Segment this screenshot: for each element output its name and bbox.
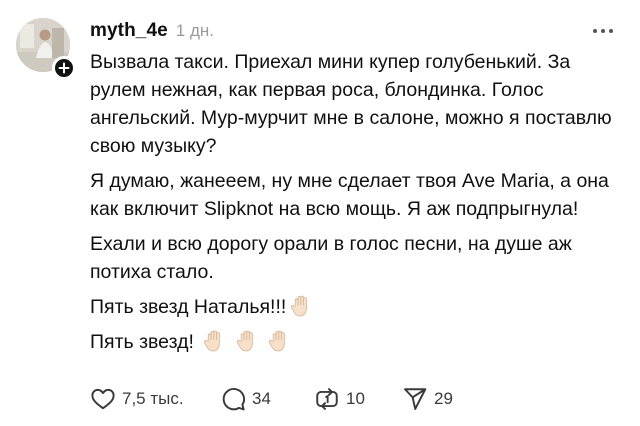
share-count: 29 [434,389,453,408]
post-header: myth_4e 1 дн. [90,18,624,44]
post-paragraph: Вызвала такси. Приехал мини купер голубе… [90,48,620,160]
post-paragraph: Пять звезд! [90,328,620,356]
post-time: 1 дн. [175,21,215,40]
raised-hand-emoji [235,329,259,353]
comment-count: 34 [252,389,271,408]
speech-bubble-icon [222,388,245,411]
username[interactable]: myth_4e [90,20,168,42]
paragraph-text: Я думаю, жанееем, ну мне сделает твоя Av… [90,170,609,220]
post-paragraph: Я думаю, жанееем, ну мне сделает твоя Av… [90,167,620,223]
post-paragraph: Ехали и всю дорогу орали в голос песни, … [90,230,620,286]
repost-arrows-icon [316,388,338,410]
more-dots-icon [593,29,597,33]
raised-hand-emoji [267,329,291,353]
heart-icon [91,388,115,410]
comment-button[interactable]: 34 [220,386,314,412]
paragraph-text: Вызвала такси. Приехал мини купер голубе… [90,51,612,157]
thread-post: myth_4e 1 дн. Вызвала такси. Приехал мин… [0,0,640,426]
more-dots-icon [609,29,613,33]
avatar-container[interactable] [16,18,76,80]
raised-hand-emoji [202,329,226,353]
plus-icon [58,62,70,74]
raised-hand-emoji [289,294,313,318]
repost-count: 10 [346,389,365,408]
paragraph-text: Ехали и всю дорогу орали в голос песни, … [90,233,572,283]
post-paragraph: Пять звезд Наталья!!! [90,293,620,321]
share-button[interactable]: 29 [402,386,482,412]
like-count: 7,5 тыс. [122,389,184,408]
post-body: Вызвала такси. Приехал мини купер голубе… [90,48,620,363]
paragraph-text: Пять звезд Наталья!!! [90,296,287,318]
like-button[interactable]: 7,5 тыс. [90,386,220,412]
follow-button[interactable] [52,56,76,80]
post-actions: 7,5 тыс. 34 10 29 [90,384,482,414]
more-options-button[interactable] [588,20,618,42]
paragraph-text: Пять звезд! [90,331,194,353]
more-dots-icon [601,29,605,33]
paper-plane-icon [404,388,427,410]
repost-button[interactable]: 10 [314,386,402,412]
